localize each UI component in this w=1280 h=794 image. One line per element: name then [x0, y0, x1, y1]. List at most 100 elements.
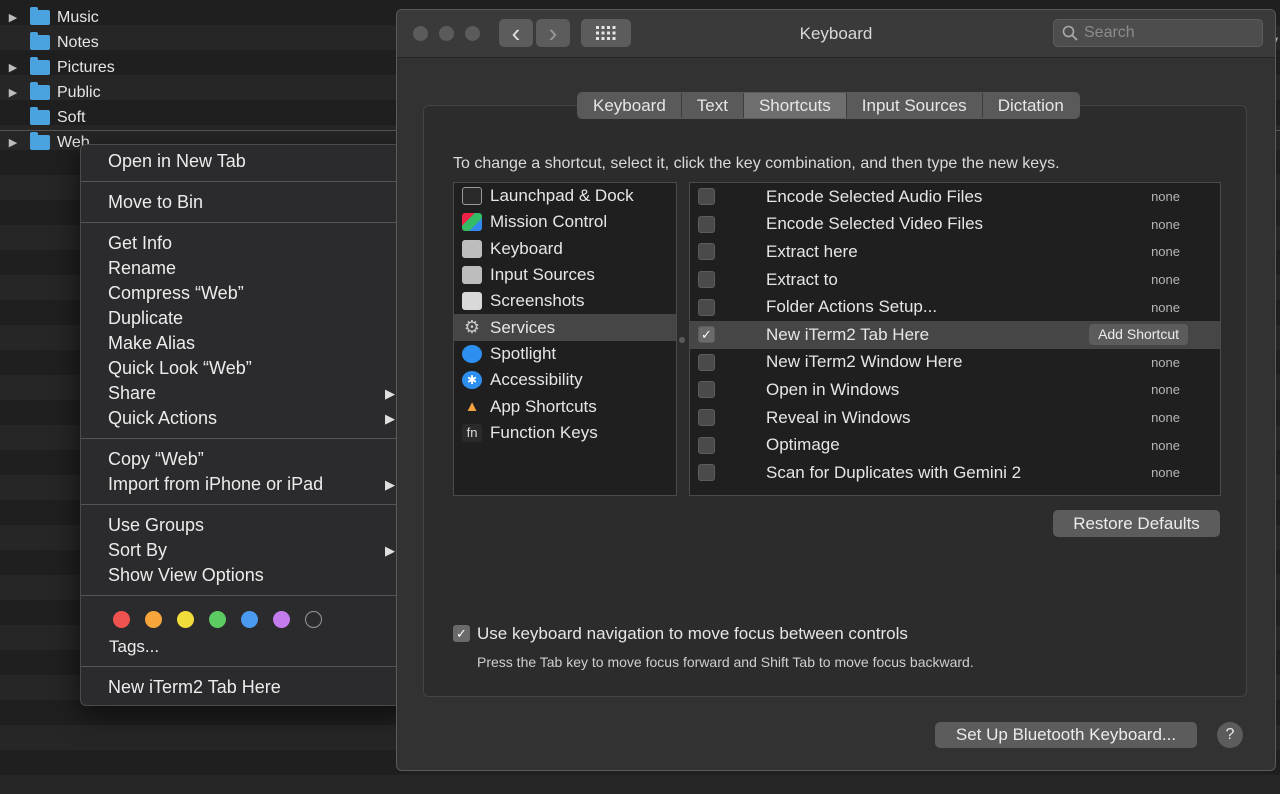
shortcut-key-value[interactable]: none [1151, 272, 1180, 287]
menu-item-quick-actions[interactable]: Quick Actions ▶ [81, 406, 409, 431]
shortcut-enable-checkbox[interactable] [698, 409, 715, 427]
category-item-accessibility[interactable]: ✱ Accessibility [454, 367, 676, 393]
shortcut-enable-checkbox[interactable] [698, 353, 715, 371]
shortcut-row[interactable]: Open in Windows none [690, 376, 1220, 404]
category-item-launchpad-dock[interactable]: Launchpad & Dock [454, 183, 676, 209]
category-item-label: Accessibility [490, 370, 583, 390]
menu-item-label: Move to Bin [108, 192, 204, 212]
disclosure-triangle-icon[interactable]: ▶ [0, 86, 26, 99]
shortcut-enable-checkbox[interactable] [698, 381, 715, 399]
search-input[interactable] [1084, 24, 1254, 42]
menu-item-label: Rename [108, 258, 177, 278]
shortcut-row[interactable]: Extract to none [690, 266, 1220, 294]
shortcut-list[interactable]: Encode Selected Audio Files none Encode Se… [689, 182, 1221, 496]
folder-icon [30, 32, 50, 50]
shortcut-key-value[interactable]: none [1151, 244, 1180, 259]
shortcut-row[interactable]: Extract here none [690, 238, 1220, 266]
menu-item-share[interactable]: Share ▶ [81, 381, 409, 406]
menu-item-duplicate[interactable]: Duplicate [81, 306, 409, 331]
split-view-divider-handle[interactable] [679, 337, 685, 343]
shortcut-name: Scan for Duplicates with Gemini 2 [766, 462, 1022, 482]
folder-icon [30, 107, 50, 125]
disclosure-triangle-icon[interactable]: ▶ [0, 11, 26, 24]
shortcut-enable-checkbox[interactable] [698, 436, 715, 454]
menu-item-import-from-iphone[interactable]: Import from iPhone or iPad ▶ [81, 472, 409, 497]
shortcut-row[interactable]: Optimage none [690, 431, 1220, 459]
shortcut-key-value[interactable]: none [1151, 355, 1180, 370]
shortcut-enable-checkbox[interactable] [698, 298, 715, 316]
shortcut-row[interactable]: New iTerm2 Window Here none [690, 349, 1220, 377]
shortcut-enable-checkbox[interactable]: ✓ [698, 326, 715, 344]
shortcut-key-value[interactable]: none [1151, 382, 1180, 397]
tag-color-dot[interactable] [241, 610, 258, 628]
tab-dictation[interactable]: Dictation [982, 93, 1079, 118]
shortcut-enable-checkbox[interactable] [698, 215, 715, 233]
shortcut-key-value[interactable]: none [1151, 410, 1180, 425]
shortcut-key-value[interactable]: none [1151, 465, 1180, 480]
tag-color-dot[interactable] [273, 610, 290, 628]
category-item-input-sources[interactable]: Input Sources [454, 262, 676, 288]
shortcut-key-value[interactable]: none [1151, 438, 1180, 453]
shortcut-name: Optimage [766, 435, 840, 455]
tag-color-dot[interactable] [177, 610, 194, 628]
menu-item-tags[interactable]: Tags... [81, 634, 409, 659]
tag-color-dot[interactable] [209, 610, 226, 628]
set-up-bluetooth-keyboard-button[interactable]: Set Up Bluetooth Keyboard... [935, 722, 1197, 748]
shortcut-row[interactable]: Encode Selected Video Files none [690, 211, 1220, 239]
menu-item-sort-by[interactable]: Sort By ▶ [81, 538, 409, 563]
category-item-app-shortcuts[interactable]: ▲ App Shortcuts [454, 393, 676, 419]
shortcut-row[interactable]: Reveal in Windows none [690, 404, 1220, 432]
shortcut-enable-checkbox[interactable] [698, 243, 715, 261]
menu-item-use-groups[interactable]: Use Groups [81, 513, 409, 538]
menu-item-show-view-options[interactable]: Show View Options [81, 563, 409, 588]
category-item-services[interactable]: ⚙ Services [454, 314, 676, 341]
shortcut-key-value[interactable]: none [1151, 300, 1180, 315]
shortcut-category-list[interactable]: Launchpad & Dock Mission Control Keyboard I… [453, 182, 677, 496]
shortcut-key-value[interactable]: none [1151, 189, 1180, 204]
shortcut-name: New iTerm2 Tab Here [766, 324, 930, 344]
menu-item-label: Share [108, 383, 157, 403]
menu-item-move-to-bin[interactable]: Move to Bin [81, 190, 409, 215]
menu-item-rename[interactable]: Rename [81, 256, 409, 281]
shortcut-enable-checkbox[interactable] [698, 271, 715, 289]
restore-defaults-button[interactable]: Restore Defaults [1053, 510, 1220, 537]
menu-item-quick-look[interactable]: Quick Look “Web” [81, 356, 409, 381]
shortcut-row[interactable]: Encode Selected Audio Files none [690, 183, 1220, 211]
category-item-screenshots[interactable]: Screenshots [454, 288, 676, 314]
help-button[interactable]: ? [1217, 722, 1243, 748]
tab-keyboard[interactable]: Keyboard [578, 93, 682, 118]
finder-row[interactable]: ▶ Pictures [0, 55, 400, 80]
shortcut-key-value[interactable]: none [1151, 217, 1180, 232]
category-item-function-keys[interactable]: fn Function Keys [454, 420, 676, 446]
keyboard-navigation-checkbox[interactable]: ✓ [453, 625, 470, 642]
shortcut-row[interactable]: ✓ New iTerm2 Tab Here Add Shortcut [690, 320, 1220, 349]
finder-row[interactable]: Notes [0, 30, 400, 55]
tab-input-sources[interactable]: Input Sources [846, 93, 983, 118]
menu-item-get-info[interactable]: Get Info [81, 231, 409, 256]
category-item-keyboard[interactable]: Keyboard [454, 236, 676, 262]
menu-item-open-in-new-tab[interactable]: Open in New Tab [81, 149, 409, 174]
menu-item-new-iterm2-tab[interactable]: New iTerm2 Tab Here [81, 675, 409, 700]
menu-item-make-alias[interactable]: Make Alias [81, 331, 409, 356]
finder-row[interactable]: Soft [0, 105, 400, 130]
tag-no-color-dot[interactable] [305, 610, 322, 628]
tab-text[interactable]: Text [681, 93, 744, 118]
menu-item-copy[interactable]: Copy “Web” [81, 447, 409, 472]
shortcut-row[interactable]: Folder Actions Setup... none [690, 293, 1220, 321]
tab-shortcuts[interactable]: Shortcuts [743, 93, 847, 118]
category-item-mission-control[interactable]: Mission Control [454, 209, 676, 235]
shortcut-enable-checkbox[interactable] [698, 188, 715, 206]
finder-row[interactable]: ▶ Public [0, 80, 400, 105]
finder-row[interactable]: ▶ Music [0, 5, 400, 30]
menu-item-label: Compress “Web” [108, 283, 244, 303]
add-shortcut-button[interactable]: Add Shortcut [1089, 324, 1188, 346]
tag-color-dot[interactable] [145, 610, 162, 628]
tag-color-dot[interactable] [113, 610, 130, 628]
shortcut-enable-checkbox[interactable] [698, 464, 715, 482]
disclosure-triangle-icon[interactable]: ▶ [0, 61, 26, 74]
shortcut-row[interactable]: Scan for Duplicates with Gemini 2 none [690, 459, 1220, 487]
category-item-spotlight[interactable]: Spotlight [454, 341, 676, 367]
menu-item-compress[interactable]: Compress “Web” [81, 281, 409, 306]
disclosure-triangle-icon[interactable]: ▶ [0, 136, 26, 149]
search-field[interactable] [1053, 19, 1263, 47]
